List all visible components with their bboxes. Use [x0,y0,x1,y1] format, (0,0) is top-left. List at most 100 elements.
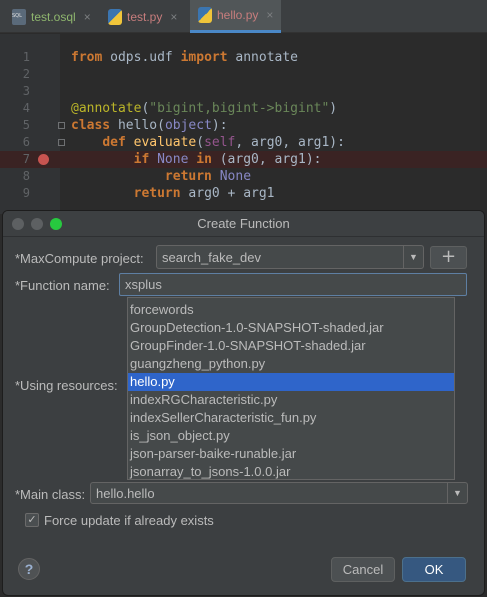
code-token: self [204,135,236,150]
function-name-field[interactable] [120,274,466,295]
code-token: None [219,169,252,184]
sql-file-icon [12,8,26,25]
line-number: 3 [22,84,30,98]
dialog-title: Create Function [197,216,290,231]
resource-list-item[interactable]: GroupFinder-1.0-SNAPSHOT-shaded.jar [128,337,454,355]
line-number: 9 [22,186,30,200]
resource-list-item[interactable]: json-parser-baike-runable.jar [128,445,454,463]
tab-label: test.py [127,9,163,24]
chevron-down-icon: ▼ [447,483,467,503]
close-icon[interactable]: × [266,8,273,22]
project-select-value: search_fake_dev [162,249,262,265]
resource-list-item[interactable]: indexSellerCharacteristic_fun.py [128,409,454,427]
cancel-button[interactable]: Cancel [331,557,395,582]
function-name-label: *Function name: [15,278,110,293]
close-icon[interactable]: × [170,10,177,24]
tab-test-py[interactable]: test.py × [108,0,177,33]
code-token: return [133,186,181,201]
resource-list-item[interactable]: GroupDetection-1.0-SNAPSHOT-shaded.jar [128,319,454,337]
code-token: return [164,169,212,184]
line-number: 4 [22,101,30,115]
code-token: , arg0, arg1): [235,135,345,150]
python-file-icon [198,7,212,23]
code-line[interactable]: 2 [0,66,487,83]
line-number: 6 [22,135,30,149]
code-token: ( [157,118,165,133]
main-class-label: *Main class: [15,487,86,502]
code-text: from odps.udf import annotate [71,49,298,66]
line-number: 2 [22,67,30,81]
code-line[interactable]: 9 return arg0 + arg1 [0,185,487,202]
code-line[interactable]: 4 @annotate("bigint,bigint->bigint") [0,100,487,117]
create-function-dialog: Create Function *MaxCompute project: sea… [3,211,484,595]
code-token: "bigint,bigint->bigint" [149,101,330,116]
resource-list-item[interactable]: indexRGCharacteristic.py [128,391,454,409]
code-text: def evaluate(self, arg0, arg1): [71,134,345,151]
line-number: 5 [22,118,30,132]
main-class-value: hello.hello [96,485,155,501]
code-line[interactable]: 3 [0,83,487,100]
main-class-select[interactable]: hello.hello ▼ [90,482,468,504]
code-token: None [157,152,189,167]
code-line[interactable]: 7 if None in (arg0, arg1): [0,151,487,168]
code-text: return None [71,168,251,185]
code-line[interactable]: 1 from odps.udf import annotate [0,49,487,66]
add-project-button[interactable]: + [430,246,467,269]
line-number: 8 [22,169,30,183]
ok-button[interactable]: OK [402,557,466,582]
function-name-input[interactable] [119,273,467,296]
code-token: object [164,118,212,133]
code-token: ) [329,101,338,116]
code-line[interactable]: 6 def evaluate(self, arg0, arg1): [0,134,487,151]
code-token: ( [196,135,205,150]
code-token: class [71,118,111,133]
tab-test-osql[interactable]: test.osql × [12,0,91,33]
resource-list-item[interactable]: guangzheng_python.py [128,355,454,373]
close-icon[interactable]: × [84,10,91,24]
using-resources-label: *Using resources: [15,378,118,393]
fold-icon[interactable] [58,139,65,146]
tab-hello-py[interactable]: hello.py × [190,0,282,33]
fold-icon[interactable] [58,122,65,129]
code-text: class hello(object): [71,117,228,134]
checkmark-icon: ✓ [27,513,37,526]
force-update-label: Force update if already exists [44,513,214,528]
code-token: in [196,152,212,167]
code-token: ): [211,118,228,133]
resource-list-item[interactable]: jsonarray_to_jsons-1.0.0.jar [128,463,454,479]
code-token: odps.udf [102,50,181,65]
code-token: hello [117,118,158,133]
resources-list[interactable]: forcewords GroupDetection-1.0-SNAPSHOT-sh… [127,297,455,480]
code-editor[interactable]: 1 from odps.udf import annotate 2 3 4 @annota… [0,34,487,214]
line-number: 7 [22,152,30,166]
code-token: (arg0, arg1): [211,152,322,167]
code-token: annotate [227,50,299,65]
python-file-icon [108,8,122,25]
help-icon[interactable]: ? [18,558,40,580]
resource-list-item[interactable]: hello.py [128,373,454,391]
chevron-down-icon: ▼ [403,246,423,268]
breakpoint-icon[interactable] [38,154,49,165]
project-label: *MaxCompute project: [15,251,144,266]
code-token: evaluate [133,135,197,150]
code-text: @annotate("bigint,bigint->bigint") [71,100,337,117]
resource-list-item[interactable]: is_json_object.py [128,427,454,445]
code-line[interactable]: 8 return None [0,168,487,185]
project-select[interactable]: search_fake_dev ▼ [156,245,424,269]
code-text: if None in (arg0, arg1): [71,151,322,168]
code-line[interactable]: 5 class hello(object): [0,117,487,134]
resource-list-item[interactable]: forcewords [128,301,454,319]
line-number: 1 [22,50,30,64]
editor-tab-bar: test.osql × test.py × hello.py × [0,0,487,33]
tab-label: test.osql [31,9,76,24]
tab-label: hello.py [217,8,259,22]
code-token: @annotate [71,101,142,116]
code-token: arg0 + arg1 [180,186,275,201]
force-update-checkbox[interactable]: ✓ [25,513,39,527]
